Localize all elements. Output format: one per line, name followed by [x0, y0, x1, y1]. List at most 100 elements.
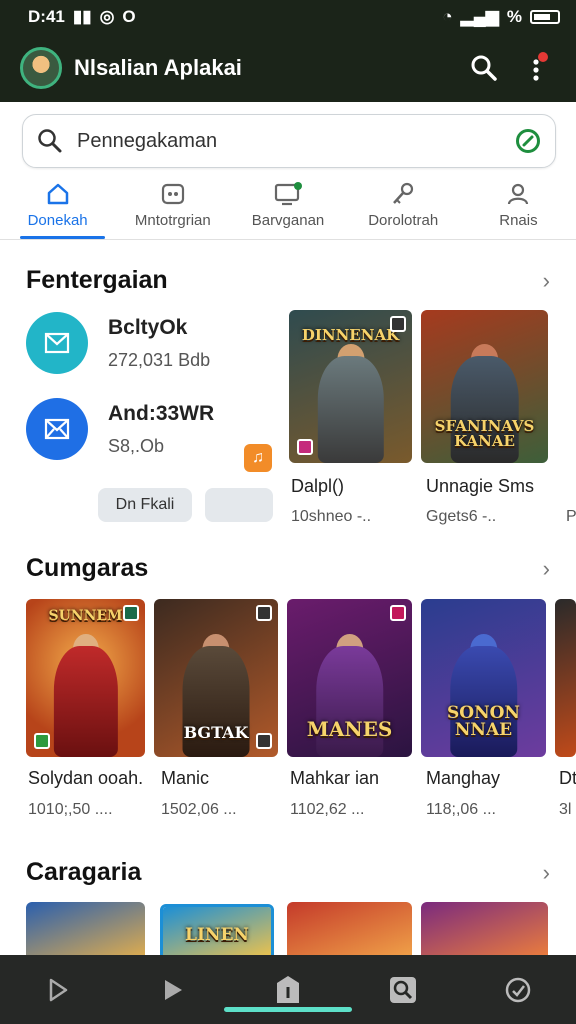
- game-card-art[interactable]: [26, 902, 145, 962]
- clipped-text: 3l: [559, 801, 572, 818]
- nav-search[interactable]: [378, 965, 428, 1015]
- status-bar: D:41 ▮▮ ◎ O ◔ ▂▄▆ %: [0, 0, 576, 34]
- game-art: BGTAK: [154, 599, 278, 757]
- chevron-right-icon[interactable]: ›: [543, 268, 550, 294]
- chevron-right-icon[interactable]: ›: [543, 556, 550, 582]
- cell-signal-icon: ▂▄▆: [460, 7, 499, 26]
- featured-app-sub: 272,031 Bdb: [108, 349, 211, 370]
- featured-app-name: BcltyOk: [108, 315, 188, 339]
- game-art: SONON NNAE: [421, 599, 546, 757]
- game-art: DINNENAK: [289, 310, 412, 463]
- section-title-categories: Caragaria: [26, 858, 142, 886]
- game-sub: Ggets6 -..: [426, 508, 497, 525]
- game-card-art[interactable]: SUNNEM: [26, 599, 145, 757]
- game-sub: 1010;,50 ....: [28, 801, 113, 818]
- compass-icon[interactable]: [515, 128, 541, 154]
- game-card-art[interactable]: [555, 599, 576, 757]
- refresh-icon: [506, 977, 531, 1002]
- badge-icon: [123, 605, 139, 621]
- game-name: Solydan ooah.: [28, 768, 144, 788]
- search-input[interactable]: Pennegakaman: [77, 130, 515, 153]
- game-name: Dalpl(): [291, 476, 345, 496]
- game-sub: 10shneo -..: [291, 508, 372, 525]
- tab-home[interactable]: Donekah: [0, 176, 115, 239]
- featured-app-2[interactable]: And:33WR S8,.Ob: [26, 398, 214, 460]
- app-title: Nlsalian Aplakai: [74, 55, 242, 80]
- game-card-art[interactable]: MANES: [287, 599, 412, 757]
- game-banner: SONON NNAE: [447, 703, 520, 740]
- tab-apps[interactable]: Barvganan: [230, 176, 345, 239]
- game-name: Unnagie Sms: [426, 476, 535, 496]
- bottom-navigation: [0, 955, 576, 1024]
- search-icon: [390, 976, 417, 1003]
- game-sub: 1102,62 ...: [290, 801, 365, 818]
- game-card-art[interactable]: LINEN: [160, 904, 274, 962]
- store-badge-icon: ♫: [244, 444, 272, 472]
- tab-label: Donekah: [27, 212, 88, 229]
- featured-app-name: And:33WR: [108, 401, 215, 425]
- avatar[interactable]: [20, 47, 62, 89]
- clipped-text: P: [566, 508, 576, 525]
- tab-keys[interactable]: Dorolotrah: [346, 176, 461, 239]
- game-art: [26, 902, 145, 962]
- game-card-art[interactable]: BGTAK: [154, 599, 278, 757]
- app-bar: Nlsalian Aplakai: [0, 34, 576, 102]
- tab-label: Barvganan: [251, 212, 325, 229]
- sync-icon: ◎: [99, 7, 115, 26]
- section-title-popular: Cumgaras: [26, 554, 149, 582]
- game-card-art[interactable]: SONON NNAE: [421, 599, 546, 757]
- game-banner: DINNENAK: [301, 326, 400, 344]
- wifi-icon: ◔: [442, 7, 453, 26]
- mail-icon: [26, 398, 88, 460]
- game-banner: LINEN: [185, 925, 249, 945]
- play-icon: [164, 979, 182, 1000]
- nav-play-outline[interactable]: [33, 965, 83, 1015]
- game-card-art[interactable]: SFANINAVS KANAE: [421, 310, 548, 463]
- person-icon: [504, 180, 532, 208]
- badge-icon: [390, 605, 406, 621]
- nav-refresh[interactable]: [493, 965, 543, 1015]
- category-tabs: Donekah Mntotrgrian Barvganan Dorolotrah…: [0, 176, 576, 240]
- game-banner: MANES: [306, 717, 393, 741]
- featured-app-1[interactable]: BcltyOk 272,031 Bdb: [26, 312, 210, 374]
- game-art: MANES: [287, 599, 412, 757]
- action-button[interactable]: Dn Fkali: [98, 488, 192, 522]
- badge-icon: [256, 605, 272, 621]
- home-indicator[interactable]: [224, 1007, 352, 1012]
- tab-profile[interactable]: Rnais: [461, 176, 576, 239]
- badge-icon: [256, 733, 272, 749]
- tab-label: Dorolotrah: [368, 212, 439, 229]
- game-sub: 1502,06 ...: [161, 801, 237, 818]
- featured-app-sub: S8,.Ob: [108, 435, 165, 456]
- chevron-right-icon[interactable]: ›: [543, 860, 550, 886]
- game-card-art[interactable]: [421, 902, 548, 962]
- notification-dot: [538, 52, 548, 62]
- more-menu-button[interactable]: [516, 48, 556, 88]
- tab-label: Mntotrgrian: [134, 212, 211, 229]
- mail-icon: [26, 312, 88, 374]
- nav-play[interactable]: [148, 965, 198, 1015]
- badge-icon: [390, 316, 406, 332]
- badge-icon: [297, 439, 313, 455]
- game-name: Mahkar ian: [290, 768, 380, 788]
- home-icon: [44, 180, 72, 208]
- game-banner: SFANINAVS KANAE: [434, 417, 535, 450]
- game-name: Manic: [161, 768, 210, 788]
- game-name: Manghay: [426, 768, 501, 788]
- tab-label: Rnais: [499, 212, 538, 229]
- search-button[interactable]: [464, 48, 504, 88]
- battery-percent: %: [506, 7, 522, 26]
- game-controller-icon: [159, 180, 187, 208]
- game-card-art[interactable]: DINNENAK: [289, 310, 412, 463]
- clipped-text: Dt: [559, 768, 576, 788]
- secondary-button[interactable]: [205, 488, 273, 522]
- search-icon: [38, 129, 62, 153]
- game-art: LINEN: [163, 907, 271, 959]
- game-card-art[interactable]: [287, 902, 412, 962]
- game-banner: SUNNEM: [48, 608, 123, 624]
- search-bar[interactable]: Pennegakaman: [22, 114, 556, 168]
- tab-games[interactable]: Mntotrgrian: [115, 176, 230, 239]
- status-time: D:41: [28, 7, 65, 26]
- monitor-icon: [274, 180, 302, 208]
- badge-icon: [34, 733, 50, 749]
